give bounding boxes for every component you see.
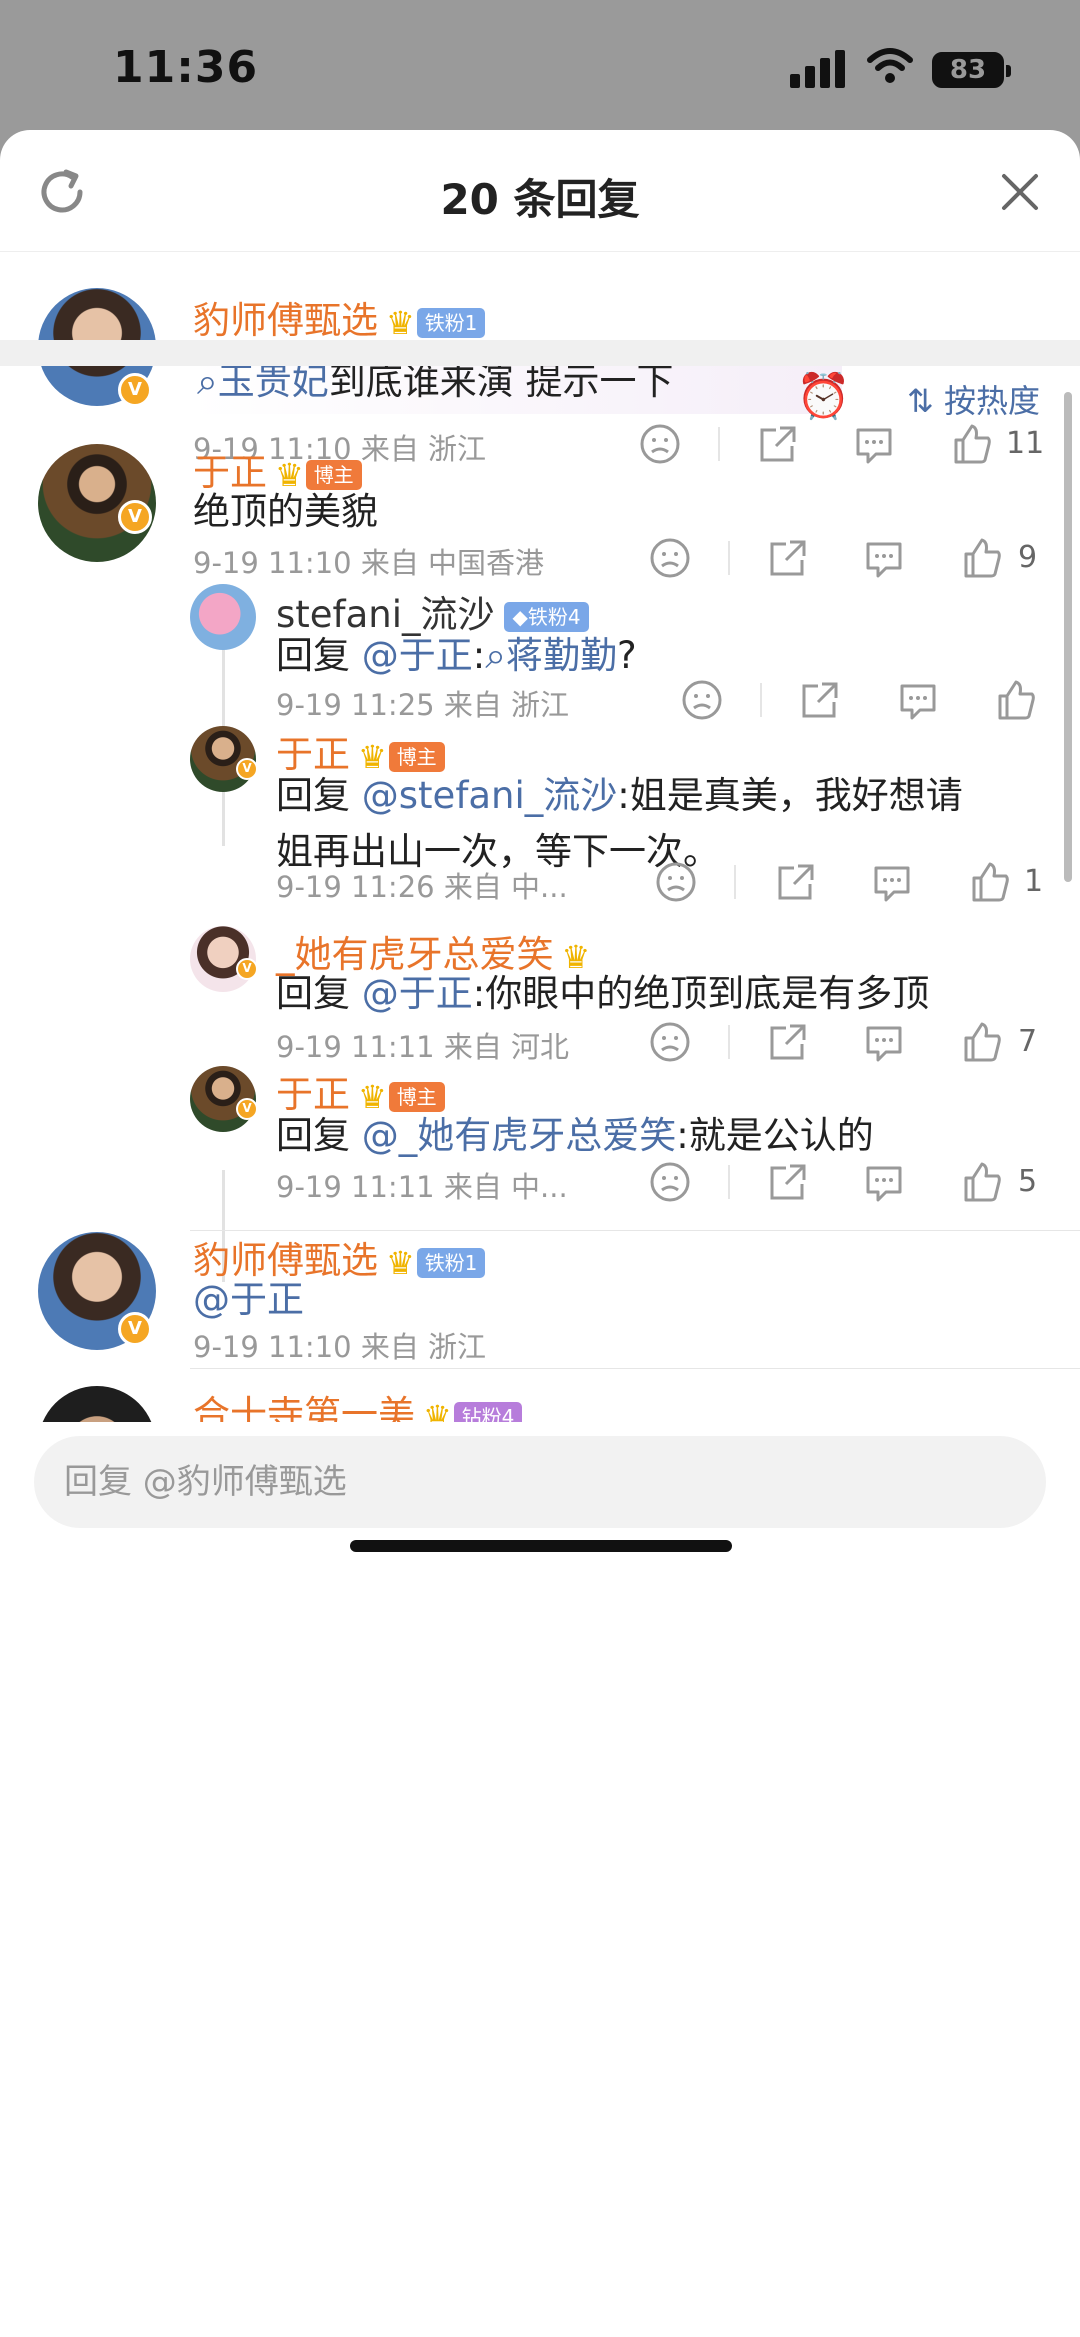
crown-icon: ♛ xyxy=(386,1243,415,1282)
verified-badge-icon: V xyxy=(236,1098,258,1120)
username[interactable]: 豹师傅甄选 ♛ 铁粉1 xyxy=(193,290,486,344)
comment-text: 绝顶的美貌 xyxy=(193,490,378,533)
like-icon[interactable] xyxy=(960,1160,1004,1204)
like-icon[interactable] xyxy=(960,1020,1004,1064)
status-time: 11:36 xyxy=(113,42,259,93)
reply-prefix: 回复 xyxy=(276,1114,362,1157)
dislike-icon[interactable] xyxy=(648,1160,692,1204)
reply-footer xyxy=(0,1422,1080,2337)
comment-text: 回复 @于正:⌕蒋勤勤? xyxy=(276,626,637,686)
diamond-icon: ◆ xyxy=(512,604,528,629)
section-divider xyxy=(0,340,1080,366)
comment-text: 回复 @_她有虎牙总爱笑:就是公认的 xyxy=(276,1106,874,1166)
reply-prefix: 回复 xyxy=(276,634,362,677)
mention-link[interactable]: @于正 xyxy=(193,1270,304,1330)
like-icon[interactable] xyxy=(950,422,994,466)
battery-indicator: 83 xyxy=(932,52,1011,88)
dislike-icon[interactable] xyxy=(638,422,682,466)
wifi-icon xyxy=(867,48,913,83)
like-icon[interactable] xyxy=(968,860,1012,904)
comment-icon[interactable] xyxy=(862,1160,906,1204)
comment-meta: 9-19 11:11 来自 中... xyxy=(276,1170,568,1204)
status-bar: 11:36 83 xyxy=(0,0,1080,130)
divider xyxy=(734,865,736,899)
comment-icon[interactable] xyxy=(862,536,906,580)
dislike-icon[interactable] xyxy=(654,860,698,904)
like-icon[interactable] xyxy=(960,536,1004,580)
share-icon[interactable] xyxy=(766,1020,810,1064)
divider xyxy=(728,541,730,575)
reply-input[interactable]: 回复 @豹师傅甄选 xyxy=(34,1436,1046,1528)
comment-meta: 9-19 11:25 来自 浙江 xyxy=(276,688,570,722)
like-icon[interactable] xyxy=(994,678,1038,722)
like-count: 9 xyxy=(1018,540,1038,575)
comment-text: 回复 @于正:你眼中的绝顶到底是有多顶 xyxy=(276,964,929,1024)
comment-meta: 9-19 11:10 来自 中国香港 xyxy=(193,546,545,580)
like-count: 7 xyxy=(1018,1024,1038,1059)
search-icon: ⌕ xyxy=(197,360,218,403)
username-text: 豹师傅甄选 xyxy=(193,299,378,342)
comment-meta: 9-19 11:26 来自 中... xyxy=(276,870,568,904)
dislike-icon[interactable] xyxy=(648,536,692,580)
scrollbar[interactable] xyxy=(1064,392,1072,882)
colon: : xyxy=(472,634,486,677)
share-icon[interactable] xyxy=(798,678,842,722)
like-count: 1 xyxy=(1024,864,1044,899)
sheet-header: 20 条回复 xyxy=(0,130,1080,252)
replies-sheet: 20 条回复 V 豹师傅甄选 ♛ 铁粉1 ⌕玉贵妃到底谁来演 提示一下 ⏰ 9-19… xyxy=(0,130,1080,2337)
sheet-title: 20 条回复 xyxy=(440,175,640,224)
verified-badge-icon: V xyxy=(236,958,258,980)
comment-icon[interactable] xyxy=(852,422,896,466)
comment-tail: ? xyxy=(616,634,637,677)
comment-text-line1: 回复 @stefani_流沙:姐是真美，我好想请 xyxy=(276,766,963,826)
dislike-icon[interactable] xyxy=(680,678,724,722)
search-keyword-link[interactable]: 玉贵妃 xyxy=(218,360,329,403)
comment-text-rest: :姐是真美，我好想请 xyxy=(617,774,963,817)
verified-badge-icon: V xyxy=(118,1312,152,1346)
fan-badge-text: 铁粉4 xyxy=(527,604,581,629)
comment-icon[interactable] xyxy=(896,678,940,722)
share-icon[interactable] xyxy=(766,536,810,580)
like-count: 11 xyxy=(1006,426,1045,461)
comment-text-rest: :就是公认的 xyxy=(676,1114,874,1157)
comment-text-rest: 到底谁来演 提示一下 xyxy=(328,360,674,403)
comment-meta: 9-19 11:10 来自 浙江 xyxy=(193,1330,487,1364)
divider xyxy=(728,1165,730,1199)
divider xyxy=(760,683,762,717)
verified-badge-icon: V xyxy=(118,500,152,534)
divider xyxy=(728,1025,730,1059)
divider xyxy=(718,427,720,461)
cellular-signal-icon xyxy=(790,50,846,88)
mention-link[interactable]: @于正 xyxy=(362,634,473,677)
reply-prefix: 回复 xyxy=(276,774,362,817)
comment-icon[interactable] xyxy=(862,1020,906,1064)
verified-badge-icon: V xyxy=(118,373,152,407)
close-icon[interactable] xyxy=(998,170,1042,214)
divider xyxy=(190,1368,1080,1369)
share-icon[interactable] xyxy=(766,1160,810,1204)
reply-prefix: 回复 xyxy=(276,972,362,1015)
mention-link[interactable]: @于正 xyxy=(362,972,473,1015)
fan-badge: 铁粉1 xyxy=(416,307,486,338)
share-icon[interactable] xyxy=(756,422,800,466)
sort-icon: ⇅ xyxy=(907,382,944,420)
dislike-icon[interactable] xyxy=(648,1020,692,1064)
search-keyword-link[interactable]: 蒋勤勤 xyxy=(506,634,617,677)
like-count: 5 xyxy=(1018,1164,1038,1199)
fan-badge: 铁粉1 xyxy=(416,1247,486,1278)
comment-text-rest: :你眼中的绝顶到底是有多顶 xyxy=(472,972,930,1015)
share-icon[interactable] xyxy=(774,860,818,904)
crown-icon: ♛ xyxy=(386,303,415,342)
search-icon: ⌕ xyxy=(485,634,506,677)
comment-icon[interactable] xyxy=(870,860,914,904)
avatar[interactable] xyxy=(190,584,256,650)
mention-link[interactable]: @_她有虎牙总爱笑 xyxy=(362,1114,677,1157)
mention-link[interactable]: @stefani_流沙 xyxy=(362,774,617,817)
comment-meta: 9-19 11:11 来自 河北 xyxy=(276,1030,570,1064)
home-indicator[interactable] xyxy=(350,1540,732,1552)
sort-label: 按热度 xyxy=(943,382,1040,420)
alarm-clock-sticker-icon: ⏰ xyxy=(796,371,851,422)
verified-badge-icon: V xyxy=(236,758,258,780)
sort-by-heat-button[interactable]: ⇅ 按热度 xyxy=(907,376,1040,422)
